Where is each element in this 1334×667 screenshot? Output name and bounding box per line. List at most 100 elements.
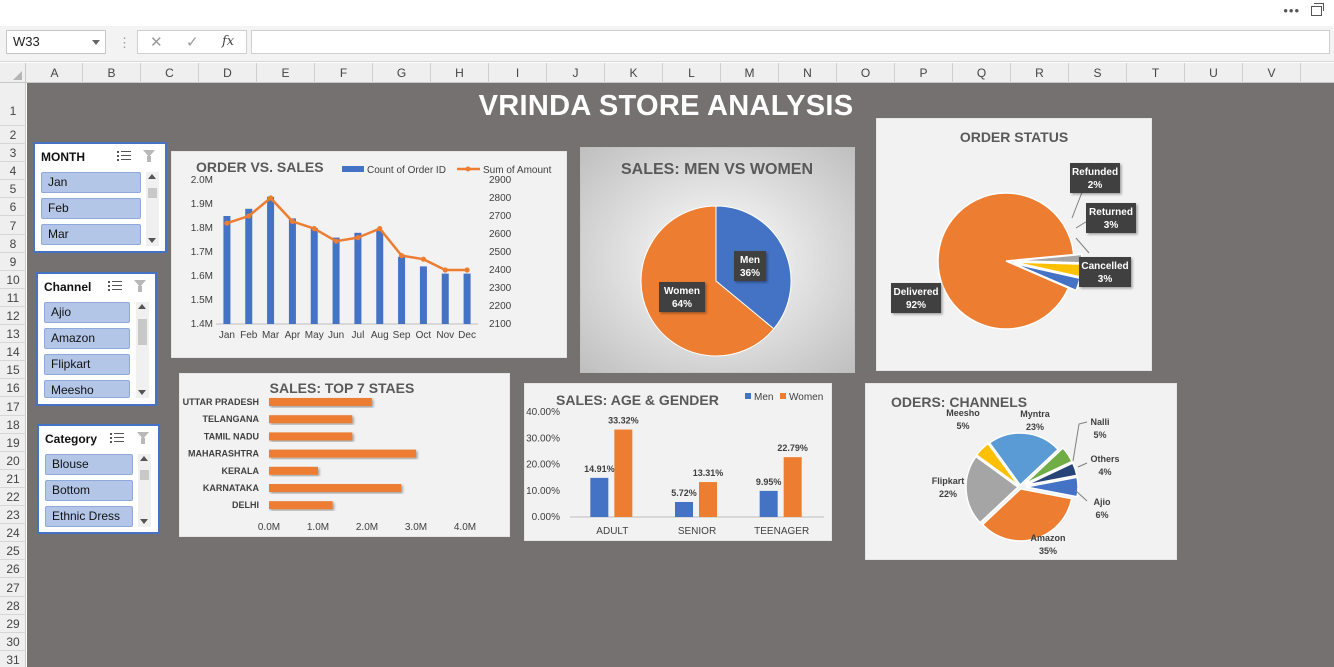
- row-header[interactable]: 3: [0, 144, 26, 163]
- slicer-item[interactable]: Flipkart: [44, 354, 130, 375]
- row-header[interactable]: 21: [0, 470, 26, 488]
- row-header[interactable]: 25: [0, 542, 26, 561]
- select-all-button[interactable]: [0, 63, 26, 83]
- row-header[interactable]: 6: [0, 198, 26, 217]
- column-header[interactable]: I: [489, 63, 547, 83]
- slicer-item[interactable]: Jan: [41, 172, 141, 193]
- column-header[interactable]: U: [1185, 63, 1243, 83]
- column-header[interactable]: J: [547, 63, 605, 83]
- slicer-category[interactable]: Category Blouse Bottom Ethnic Dress: [37, 424, 160, 534]
- row-header[interactable]: 8: [0, 235, 26, 253]
- row-header[interactable]: 29: [0, 615, 26, 633]
- chevron-down-icon[interactable]: [92, 40, 100, 45]
- scroll-down-icon[interactable]: [138, 390, 146, 395]
- scroll-down-icon[interactable]: [148, 238, 156, 243]
- column-header[interactable]: A: [27, 63, 83, 83]
- slicer-item[interactable]: Mar: [41, 224, 141, 245]
- restore-window-icon[interactable]: [1311, 3, 1324, 16]
- clear-filter-icon[interactable]: [133, 279, 147, 293]
- slicer-item[interactable]: Feb: [41, 198, 141, 219]
- slicer-scrollbar[interactable]: [146, 172, 159, 246]
- column-header[interactable]: D: [199, 63, 257, 83]
- row-header[interactable]: 23: [0, 506, 26, 525]
- column-header[interactable]: G: [373, 63, 431, 83]
- row-header[interactable]: 17: [0, 398, 26, 416]
- row-header[interactable]: 10: [0, 271, 26, 289]
- clear-filter-icon[interactable]: [142, 149, 156, 163]
- column-header[interactable]: E: [257, 63, 315, 83]
- column-header[interactable]: H: [431, 63, 489, 83]
- column-header[interactable]: M: [721, 63, 779, 83]
- scroll-thumb[interactable]: [140, 470, 149, 480]
- scroll-thumb[interactable]: [148, 188, 157, 198]
- column-header[interactable]: Q: [953, 63, 1011, 83]
- scroll-up-icon[interactable]: [148, 174, 156, 179]
- slicer-item[interactable]: Meesho: [44, 380, 130, 398]
- column-header[interactable]: P: [895, 63, 953, 83]
- column-header[interactable]: N: [779, 63, 837, 83]
- multi-select-icon[interactable]: [110, 432, 125, 444]
- column-header[interactable]: B: [83, 63, 141, 83]
- row-header[interactable]: 1: [0, 83, 26, 126]
- row-header[interactable]: 15: [0, 361, 26, 380]
- chart-channels[interactable]: ODERS: CHANNELS Amazon 35% Flipkart 22% Meesh…: [865, 383, 1177, 560]
- scroll-up-icon[interactable]: [138, 304, 146, 309]
- insert-function-icon[interactable]: fx: [222, 34, 234, 49]
- chart-top-states[interactable]: SALES: TOP 7 STAES 0.0M 1.0M 2.0M 3.0M 4.0M UT…: [179, 373, 510, 537]
- scroll-thumb[interactable]: [138, 319, 147, 345]
- row-header[interactable]: 18: [0, 416, 26, 434]
- multi-select-icon[interactable]: [108, 280, 123, 292]
- row-header[interactable]: 16: [0, 379, 26, 398]
- column-header[interactable]: K: [605, 63, 663, 83]
- slicer-item[interactable]: Bottom: [45, 480, 133, 501]
- row-header[interactable]: 30: [0, 633, 26, 651]
- row-header[interactable]: 9: [0, 253, 26, 271]
- enter-icon[interactable]: ✓: [186, 33, 199, 51]
- row-header[interactable]: 4: [0, 162, 26, 181]
- scroll-up-icon[interactable]: [140, 456, 148, 461]
- row-header[interactable]: 24: [0, 524, 26, 543]
- row-header[interactable]: 2: [0, 126, 26, 145]
- formula-input[interactable]: [251, 30, 1330, 54]
- clear-filter-icon[interactable]: [136, 431, 150, 445]
- row-header[interactable]: 19: [0, 434, 26, 452]
- row-header[interactable]: 27: [0, 579, 26, 597]
- row-header[interactable]: 5: [0, 180, 26, 199]
- row-header[interactable]: 13: [0, 325, 26, 344]
- row-header[interactable]: 14: [0, 343, 26, 362]
- column-header[interactable]: O: [837, 63, 895, 83]
- scroll-down-icon[interactable]: [140, 519, 148, 524]
- chart-men-vs-women[interactable]: SALES: MEN VS WOMEN Men 36% Women 64%: [580, 147, 855, 373]
- row-header[interactable]: 7: [0, 217, 26, 235]
- column-header[interactable]: F: [315, 63, 373, 83]
- multi-select-icon[interactable]: [117, 150, 132, 162]
- column-header[interactable]: V: [1243, 63, 1301, 83]
- slicer-channel[interactable]: Channel Ajio Amazon Flipkart Meesho: [36, 272, 157, 406]
- row-header[interactable]: 22: [0, 488, 26, 507]
- column-header[interactable]: S: [1069, 63, 1127, 83]
- x-tick: Dec: [458, 330, 476, 341]
- slicer-scrollbar[interactable]: [138, 454, 151, 527]
- chart-order-status[interactable]: ORDER STATUS Refunded 2% Returned 3% Cancelle…: [876, 118, 1152, 371]
- row-header[interactable]: 28: [0, 597, 26, 615]
- slicer-item[interactable]: Ethnic Dress: [45, 506, 133, 527]
- column-header[interactable]: R: [1011, 63, 1069, 83]
- row-header[interactable]: 31: [0, 651, 26, 667]
- slicer-item[interactable]: Ajio: [44, 302, 130, 323]
- chart-order-vs-sales[interactable]: ORDER VS. SALES Count of Order ID Sum of A…: [171, 151, 567, 358]
- row-header[interactable]: 26: [0, 560, 26, 579]
- column-header[interactable]: C: [141, 63, 199, 83]
- column-header[interactable]: L: [663, 63, 721, 83]
- slicer-item[interactable]: Blouse: [45, 454, 133, 475]
- name-box[interactable]: W33: [6, 30, 106, 54]
- row-header[interactable]: 12: [0, 307, 26, 326]
- column-header[interactable]: T: [1127, 63, 1185, 83]
- cancel-icon[interactable]: ✕: [150, 33, 163, 51]
- slicer-item[interactable]: Amazon: [44, 328, 130, 349]
- ellipsis-icon[interactable]: •••: [1283, 3, 1300, 18]
- chart-age-gender[interactable]: SALES: AGE & GENDER Men Women 0.00% 10.00% 20…: [524, 383, 832, 541]
- row-header[interactable]: 20: [0, 452, 26, 470]
- slicer-month[interactable]: MONTH Jan Feb Mar: [33, 142, 167, 253]
- slicer-scrollbar[interactable]: [136, 302, 149, 398]
- row-header[interactable]: 11: [0, 289, 26, 307]
